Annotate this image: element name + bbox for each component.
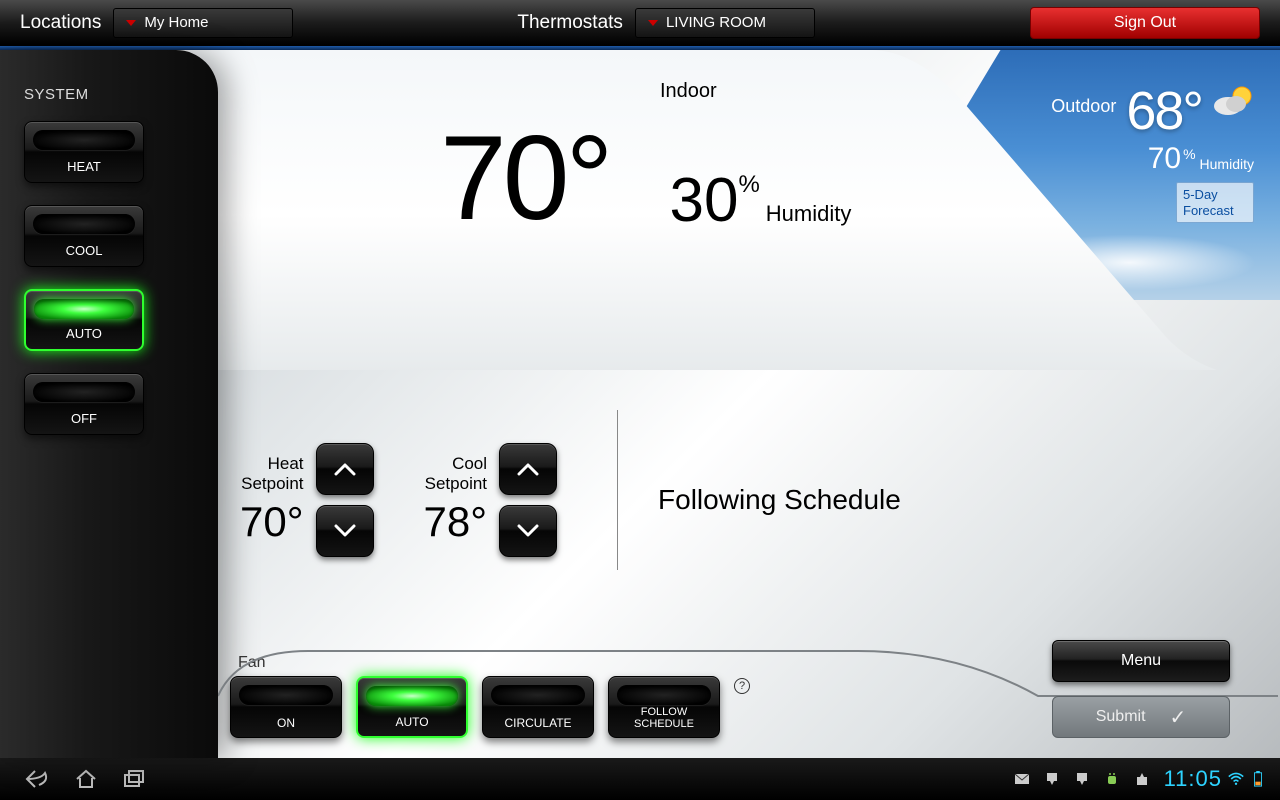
- sign-out-button[interactable]: Sign Out: [1030, 7, 1260, 39]
- indoor-humidity-label: Humidity: [766, 201, 852, 227]
- indicator-lens: [33, 382, 135, 402]
- upload-icon: [1134, 771, 1150, 787]
- location-value: My Home: [144, 14, 208, 31]
- heat-up-button[interactable]: [316, 443, 374, 495]
- fan-mode-label: FOLLOW SCHEDULE: [634, 706, 694, 731]
- outdoor-panel: Outdoor 68° 70 % Humidity 5-Day Forecast: [1051, 80, 1254, 223]
- indicator-lens: [366, 686, 458, 706]
- battery-icon: [1250, 771, 1266, 787]
- system-mode-cool[interactable]: COOL: [24, 205, 144, 267]
- thermostat-value: LIVING ROOM: [666, 14, 766, 31]
- system-mode-heat[interactable]: HEAT: [24, 121, 144, 183]
- mail-icon: [1014, 771, 1030, 787]
- check-icon: ✓: [1170, 705, 1187, 730]
- indoor-panel: Indoor 70° 30 % Humidity: [360, 80, 1060, 247]
- system-mode-label: HEAT: [67, 159, 101, 174]
- sign-out-label: Sign Out: [1114, 14, 1176, 32]
- heat-setpoint: Heat Setpoint 70°: [240, 443, 374, 557]
- system-mode-label: COOL: [66, 243, 103, 258]
- cool-down-button[interactable]: [499, 505, 557, 557]
- indicator-lens: [617, 685, 711, 705]
- android-icon: [1104, 771, 1120, 787]
- fan-mode-label: ON: [277, 717, 295, 731]
- system-title: SYSTEM: [24, 86, 190, 103]
- main-stage: SYSTEM HEAT COOL AUTO OFF Outdoor 68° 70 % …: [0, 50, 1280, 758]
- indicator-lens: [491, 685, 585, 705]
- weather-icon: [1212, 84, 1254, 126]
- recent-apps-button[interactable]: [110, 758, 158, 800]
- outdoor-humidity-value: 70: [1148, 142, 1181, 176]
- system-mode-label: AUTO: [66, 326, 102, 341]
- menu-label: Menu: [1121, 652, 1161, 670]
- system-sidebar: SYSTEM HEAT COOL AUTO OFF: [0, 50, 218, 758]
- menu-button[interactable]: Menu: [1052, 640, 1230, 682]
- indoor-temp: 70°: [440, 109, 609, 247]
- fan-mode-label: CIRCULATE: [504, 717, 571, 731]
- thermostats-label: Thermostats: [517, 12, 623, 34]
- dropdown-arrow-icon: [126, 20, 136, 26]
- download-icon: [1044, 771, 1060, 787]
- locations-dropdown[interactable]: My Home: [113, 8, 293, 38]
- indicator-lens: [239, 685, 333, 705]
- outdoor-label: Outdoor: [1051, 96, 1116, 117]
- indicator-lens: [33, 214, 135, 234]
- fan-mode-circulate[interactable]: CIRCULATE: [482, 676, 594, 738]
- cool-setpoint: Cool Setpoint 78°: [424, 443, 558, 557]
- vertical-divider: [617, 410, 618, 570]
- indicator-lens: [34, 299, 134, 319]
- setpoint-row: Heat Setpoint 70° Cool Setpoint 78°: [240, 430, 1240, 570]
- locations-label: Locations: [20, 12, 101, 34]
- indoor-humidity-value: 30: [669, 165, 738, 236]
- outdoor-humidity-pct: %: [1183, 146, 1195, 162]
- fan-mode-auto[interactable]: AUTO: [356, 676, 468, 738]
- cool-setpoint-value: 78°: [424, 498, 488, 546]
- top-bar: Locations My Home Thermostats LIVING ROO…: [0, 0, 1280, 46]
- forecast-label: 5-Day Forecast: [1183, 187, 1234, 218]
- outdoor-humidity-label: Humidity: [1200, 156, 1254, 172]
- download-icon: [1074, 771, 1090, 787]
- wifi-icon: [1228, 771, 1244, 787]
- heat-down-button[interactable]: [316, 505, 374, 557]
- home-button[interactable]: [62, 758, 110, 800]
- cool-setpoint-label: Cool Setpoint: [424, 454, 488, 495]
- indoor-label: Indoor: [660, 80, 1060, 103]
- system-mode-auto[interactable]: AUTO: [24, 289, 144, 351]
- submit-button[interactable]: Submit ✓: [1052, 696, 1230, 738]
- system-mode-label: OFF: [71, 411, 97, 426]
- fan-mode-on[interactable]: ON: [230, 676, 342, 738]
- forecast-button[interactable]: 5-Day Forecast: [1176, 182, 1254, 223]
- cool-up-button[interactable]: [499, 443, 557, 495]
- thermostats-dropdown[interactable]: LIVING ROOM: [635, 8, 815, 38]
- indicator-lens: [33, 130, 135, 150]
- indoor-humidity-pct: %: [738, 171, 759, 199]
- fan-mode-follow-schedule[interactable]: FOLLOW SCHEDULE: [608, 676, 720, 738]
- heat-setpoint-label: Heat Setpoint: [240, 454, 304, 495]
- clock-time: 11:05: [1164, 766, 1222, 792]
- fan-help-icon[interactable]: ?: [734, 678, 750, 694]
- dropdown-arrow-icon: [648, 20, 658, 26]
- submit-label: Submit: [1096, 708, 1146, 726]
- schedule-status: Following Schedule: [658, 484, 901, 516]
- outdoor-temp: 68°: [1126, 80, 1202, 142]
- fan-mode-label: AUTO: [395, 716, 428, 730]
- status-tray[interactable]: 11:05: [1014, 766, 1266, 792]
- system-mode-off[interactable]: OFF: [24, 373, 144, 435]
- heat-setpoint-value: 70°: [240, 498, 304, 546]
- fan-section: Fan ONAUTOCIRCULATEFOLLOW SCHEDULE ? Men…: [230, 654, 1250, 738]
- back-button[interactable]: [14, 758, 62, 800]
- android-navbar: 11:05: [0, 758, 1280, 800]
